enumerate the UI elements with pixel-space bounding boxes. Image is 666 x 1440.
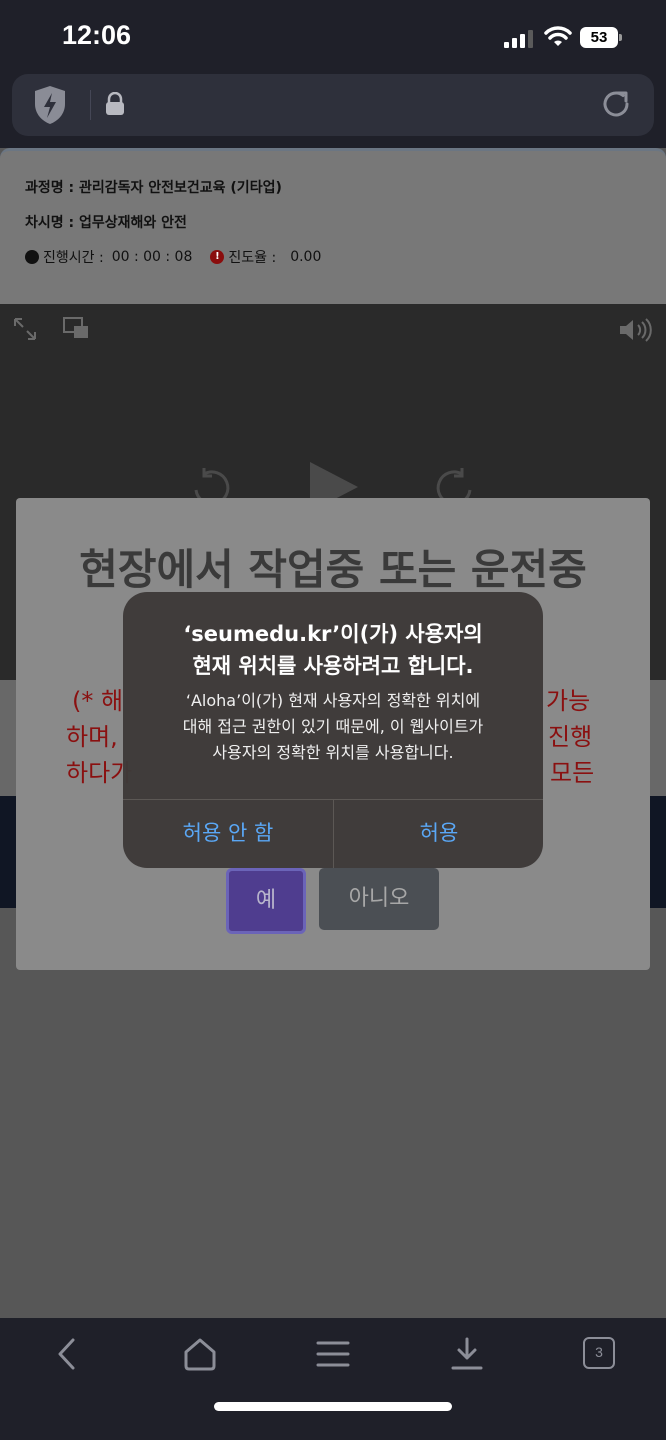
- status-bar: 12:06 53: [0, 0, 666, 74]
- lesson-name: 차시명 : 업무상재해와 안전: [25, 215, 187, 231]
- home-icon[interactable]: [182, 1336, 218, 1372]
- status-time: 12:06: [62, 20, 132, 50]
- elapsed-value: 00 : 00 : 08: [111, 249, 193, 265]
- pip-icon[interactable]: [62, 316, 90, 340]
- deny-button[interactable]: 허용 안 함: [123, 799, 333, 868]
- course-info-card: 과정명 : 관리감독자 안전보건교육 (기타업) 차시명 : 업무상재해와 안전…: [0, 148, 666, 304]
- alert-message-line2: 대해 접근 권한이 있기 때문에, 이 웹사이트가: [182, 717, 484, 736]
- no-button[interactable]: 아니오: [319, 868, 439, 930]
- location-permission-alert: ‘seumedu.kr’이(가) 사용자의 현재 위치를 사용하려고 합니다. …: [123, 592, 543, 868]
- url-area: [0, 74, 666, 148]
- battery-cap: [619, 34, 622, 41]
- fullscreen-icon[interactable]: [12, 316, 38, 342]
- progress-row: 진행시간 : 00 : 00 : 08 ! 진도율 : 0.00: [25, 247, 321, 267]
- yes-button[interactable]: 예: [226, 868, 306, 934]
- back-icon[interactable]: [50, 1336, 86, 1372]
- site-modal-title: 현장에서 작업중 또는 운전중: [79, 545, 587, 594]
- bottom-toolbar: 3: [0, 1318, 666, 1440]
- lock-icon: [106, 92, 124, 115]
- warning-text-right-2: 진행: [548, 723, 593, 751]
- tabs-button[interactable]: 3: [583, 1337, 615, 1369]
- menu-icon[interactable]: [315, 1336, 351, 1372]
- download-icon[interactable]: [449, 1336, 485, 1372]
- course-name: 과정명 : 관리감독자 안전보건교육 (기타업): [25, 180, 282, 196]
- reload-icon[interactable]: [598, 86, 634, 122]
- wifi-icon: [544, 26, 572, 46]
- shield-icon[interactable]: [32, 84, 68, 126]
- clock-icon: [25, 250, 39, 264]
- cellular-signal-icon: [504, 30, 533, 48]
- battery-icon: 53: [580, 27, 622, 48]
- battery-level: 53: [580, 27, 618, 48]
- home-indicator: [214, 1402, 452, 1411]
- warning-text-left-2: 하며,: [66, 723, 118, 751]
- progress-label: 진도율 :: [228, 250, 277, 266]
- alert-title-line2: 현재 위치를 사용하려고 합니다.: [192, 654, 474, 678]
- alert-title: ‘seumedu.kr’이(가) 사용자의 현재 위치를 사용하려고 합니다.: [123, 618, 543, 682]
- warning-text-right-3: 모든: [550, 759, 595, 787]
- alert-title-line1: ‘seumedu.kr’이(가) 사용자의: [183, 622, 483, 646]
- elapsed-label: 진행시간 :: [43, 250, 104, 266]
- volume-icon[interactable]: [618, 316, 654, 344]
- alert-message: ‘Aloha’이(가) 현재 사용자의 정확한 위치에 대해 접근 권한이 있기…: [123, 688, 543, 766]
- alert-icon: !: [210, 250, 225, 264]
- url-divider: [90, 90, 91, 120]
- progress-value: 0.00: [290, 249, 322, 265]
- allow-button[interactable]: 허용: [334, 799, 543, 868]
- address-bar[interactable]: [12, 74, 654, 136]
- warning-text-left-1: (* 해: [72, 687, 124, 715]
- warning-text-right-1: 가능: [546, 687, 591, 715]
- alert-message-line3: 사용자의 정확한 위치를 사용합니다.: [212, 743, 454, 762]
- alert-message-line1: ‘Aloha’이(가) 현재 사용자의 정확한 위치에: [185, 691, 481, 710]
